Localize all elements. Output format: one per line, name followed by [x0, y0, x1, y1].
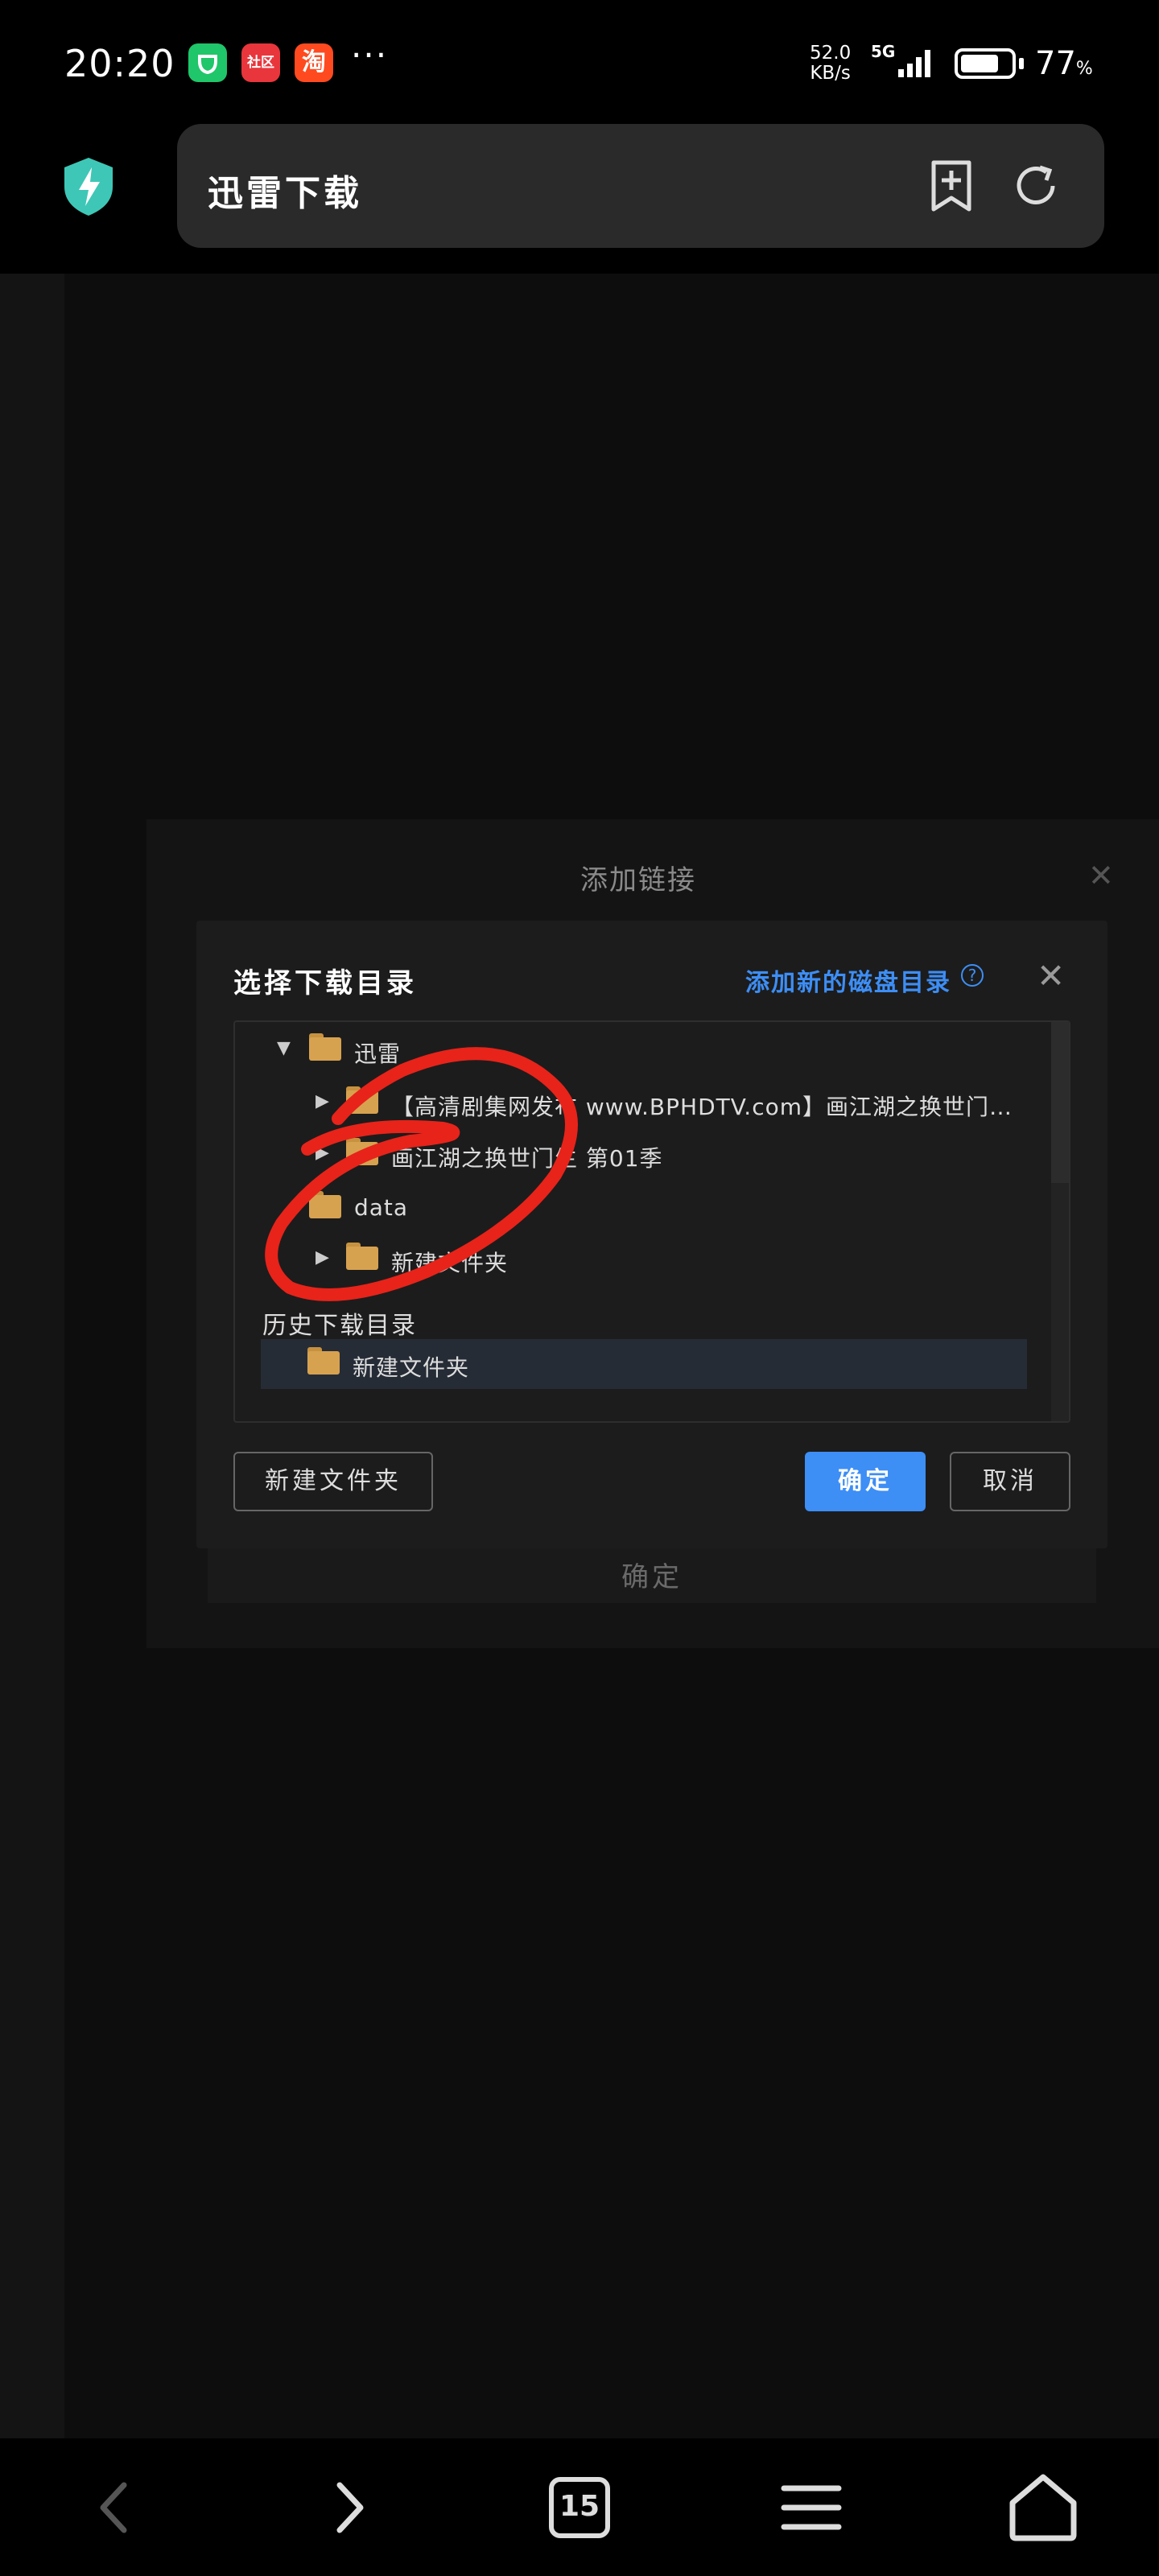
battery-level [961, 55, 998, 72]
browser-toolbar: 迅雷下载 [0, 121, 1159, 274]
history-directory-label: 历史下载目录 [262, 1312, 417, 1340]
scrollbar[interactable] [1051, 1022, 1069, 1421]
tree-item[interactable]: ▶ 新建文件夹 [235, 1234, 1048, 1283]
history-item[interactable]: 新建文件夹 [261, 1339, 1027, 1389]
page-title: 迅雷下载 [208, 173, 362, 214]
forward-icon[interactable] [307, 2467, 388, 2548]
tree-item[interactable]: ▶ 【高清剧集网发布 www.BPHDTV.com】画江湖之换世门… [235, 1078, 1048, 1127]
tree-item-label: 画江湖之换世门生 第01季 [391, 1145, 663, 1172]
mi-home-app-icon [188, 43, 227, 82]
taobao-app-icon: 淘 [295, 43, 333, 82]
tree-item-label: 迅雷 [354, 1041, 402, 1067]
folder-icon [346, 1243, 378, 1270]
bookmark-add-icon[interactable] [927, 159, 975, 212]
bottom-navigation: 15 [0, 2438, 1159, 2576]
folder-icon [309, 1191, 341, 1218]
history-item-content: 新建文件夹 [261, 1339, 1017, 1387]
battery-percent: 77% [1035, 45, 1093, 82]
directory-tree[interactable]: ▼ 迅雷 ▶ 【高清剧集网发布 www.BPHDTV.com】画江湖之换世门… … [233, 1020, 1070, 1423]
address-bar[interactable]: 迅雷下载 [177, 124, 1104, 248]
history-item-label: 新建文件夹 [353, 1354, 470, 1381]
dialog-title: 选择下载目录 [233, 967, 417, 999]
close-icon[interactable]: ✕ [1088, 858, 1114, 893]
tree-item-xunlei[interactable]: ▼ 迅雷 [235, 1025, 1048, 1074]
select-directory-dialog: 选择下载目录 添加新的磁盘目录 ? ✕ ▼ 迅雷 ▶ 【高清剧集网发布 www.… [196, 921, 1107, 1548]
tree-item-label: data [354, 1194, 409, 1221]
scrollbar-thumb[interactable] [1051, 1022, 1069, 1183]
add-link-confirm-label: 确定 [621, 1561, 683, 1593]
close-icon[interactable]: ✕ [1037, 956, 1065, 995]
tree-item-label: 新建文件夹 [391, 1250, 509, 1276]
folder-icon [307, 1347, 340, 1375]
back-icon[interactable] [76, 2467, 156, 2548]
community-app-icon: 社区 [241, 43, 280, 82]
shield-bolt-icon[interactable] [60, 155, 118, 219]
add-disk-directory-link[interactable]: 添加新的磁盘目录 [745, 962, 951, 998]
ok-button[interactable]: 确定 [805, 1452, 926, 1511]
page-side-strip [0, 274, 64, 2438]
status-time: 20:20 [64, 42, 175, 85]
battery-tip [1019, 58, 1024, 69]
folder-icon [309, 1033, 341, 1061]
folder-icon [346, 1138, 378, 1165]
tree-item-label: 【高清剧集网发布 www.BPHDTV.com】画江湖之换世门… [391, 1094, 1013, 1120]
reload-icon[interactable] [1009, 159, 1062, 212]
folder-icon [346, 1086, 378, 1114]
caret-right-icon[interactable]: ▶ [316, 1091, 329, 1111]
help-icon[interactable]: ? [961, 964, 984, 987]
net-speed-value: 52.0 [810, 43, 852, 64]
tab-count: 15 [559, 2490, 600, 2523]
menu-icon[interactable] [771, 2467, 852, 2548]
cancel-button[interactable]: 取消 [950, 1452, 1070, 1511]
signal-icon [898, 50, 930, 77]
net-speed-unit: KB/s [810, 63, 851, 84]
caret-down-icon[interactable]: ▼ [277, 1038, 291, 1058]
tree-item[interactable]: ▶ 画江湖之换世门生 第01季 [235, 1130, 1048, 1178]
add-link-title: 添加链接 [580, 864, 696, 896]
new-folder-button[interactable]: 新建文件夹 [233, 1452, 433, 1511]
tabs-button[interactable]: 15 [539, 2467, 620, 2548]
battery-icon [955, 48, 1016, 79]
net-speed: 52.0 KB/s [810, 43, 851, 84]
status-bar: 20:20 社区 淘 ··· 52.0 KB/s 5G 77% [0, 0, 1159, 121]
caret-right-icon[interactable]: ▶ [316, 1247, 329, 1267]
more-notifications-icon: ··· [351, 35, 389, 75]
home-icon[interactable] [1003, 2467, 1083, 2548]
caret-right-icon[interactable]: ▶ [316, 1143, 329, 1163]
tree-item-data[interactable]: data [235, 1183, 1048, 1231]
